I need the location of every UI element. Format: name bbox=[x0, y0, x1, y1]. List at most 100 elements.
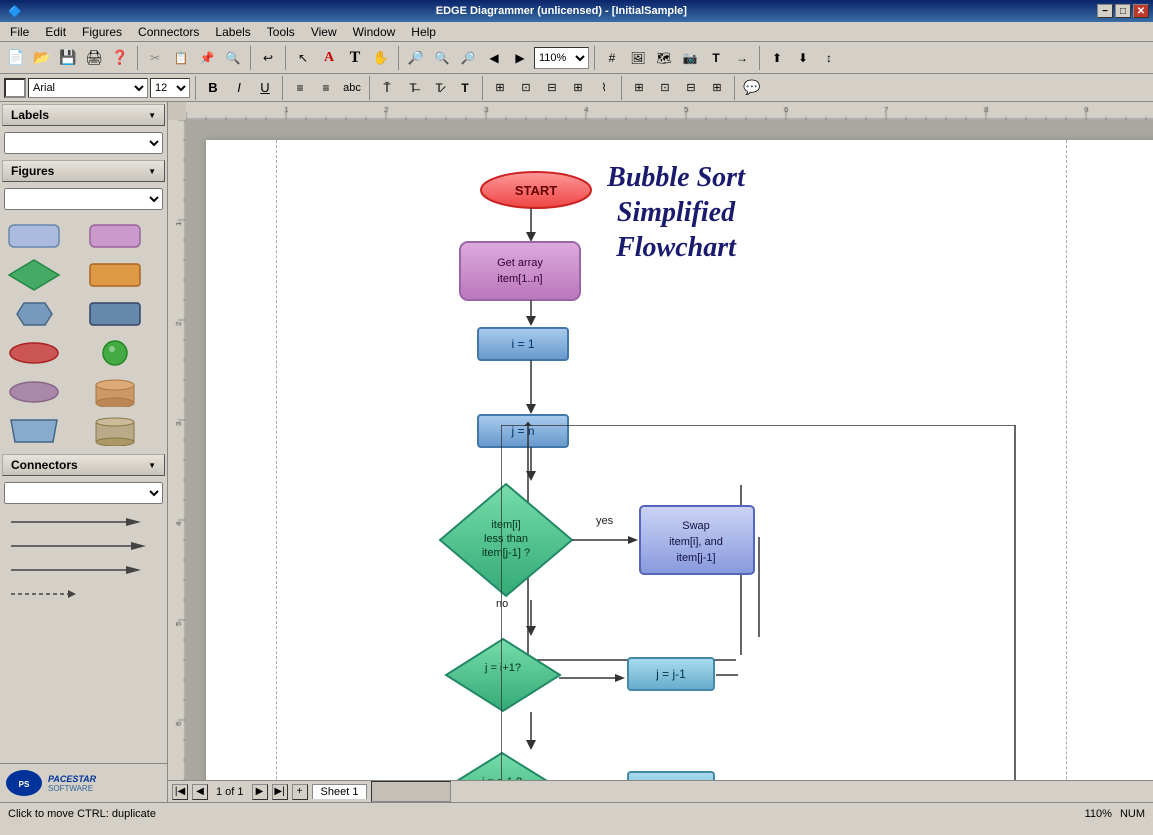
labels-select[interactable] bbox=[4, 132, 163, 154]
pan-button[interactable]: ✋ bbox=[369, 46, 393, 70]
text-a-button[interactable]: A bbox=[317, 46, 341, 70]
nav-add[interactable]: + bbox=[292, 784, 308, 800]
align2-button[interactable]: ⊞ bbox=[488, 76, 512, 100]
shape-rect-darkblue[interactable] bbox=[86, 296, 146, 331]
open-button[interactable]: 📂 bbox=[30, 46, 54, 70]
menu-tools[interactable]: Tools bbox=[259, 23, 303, 41]
group4-button[interactable]: ⊞ bbox=[705, 76, 729, 100]
figures-section-header[interactable]: Figures bbox=[2, 160, 165, 182]
menu-connectors[interactable]: Connectors bbox=[130, 23, 207, 41]
connector-arrow[interactable] bbox=[4, 512, 163, 532]
zoom-select[interactable]: 50% 75% 100% 110% 125% 150% 200% bbox=[534, 47, 589, 69]
undo-button[interactable]: ↩ bbox=[256, 46, 280, 70]
font-name-select[interactable]: Arial Times New Roman Courier bbox=[28, 78, 148, 98]
copy-button[interactable]: 📋 bbox=[169, 46, 193, 70]
font-size-select[interactable]: 8 10 12 14 16 bbox=[150, 78, 190, 98]
paste-button[interactable]: 📌 bbox=[195, 46, 219, 70]
nav-last[interactable]: ▶| bbox=[272, 784, 288, 800]
pic3-button[interactable]: 📷 bbox=[678, 46, 702, 70]
connector-bend[interactable] bbox=[4, 560, 163, 580]
group2-button[interactable]: ⊡ bbox=[653, 76, 677, 100]
menu-help[interactable]: Help bbox=[403, 23, 444, 41]
nav-prev[interactable]: ◀ bbox=[192, 784, 208, 800]
zoom-fit-button[interactable]: 🔍 bbox=[456, 46, 480, 70]
menu-labels[interactable]: Labels bbox=[207, 23, 258, 41]
new-button[interactable]: 📄 bbox=[4, 46, 28, 70]
shape-cylinder2[interactable] bbox=[86, 413, 146, 448]
group1-button[interactable]: ⊞ bbox=[627, 76, 651, 100]
sheet-scrollbar[interactable] bbox=[371, 781, 451, 802]
menu-view[interactable]: View bbox=[303, 23, 345, 41]
align-left-button[interactable]: ≡ bbox=[288, 76, 312, 100]
align4-button[interactable]: ⊟ bbox=[540, 76, 564, 100]
select-button[interactable]: ↖ bbox=[291, 46, 315, 70]
arrow-r-button[interactable]: → bbox=[730, 46, 754, 70]
arrange2-button[interactable]: ⬇ bbox=[791, 46, 815, 70]
shape-hexagon[interactable] bbox=[4, 296, 64, 331]
menu-window[interactable]: Window bbox=[345, 23, 404, 41]
connector-line[interactable] bbox=[4, 536, 163, 556]
align5-button[interactable]: ⊞ bbox=[566, 76, 590, 100]
text-strike-button[interactable]: T̶ bbox=[401, 76, 425, 100]
node-get-array[interactable]: Get array item[1..n] bbox=[458, 240, 583, 305]
find-button[interactable]: 🔍 bbox=[221, 46, 245, 70]
align3-button[interactable]: ⊡ bbox=[514, 76, 538, 100]
text-t-button[interactable]: T bbox=[343, 46, 367, 70]
shape-oval-purple[interactable] bbox=[4, 374, 64, 409]
pic2-button[interactable]: 🗺 bbox=[652, 46, 676, 70]
logo-area: PS PACESTAR SOFTWARE bbox=[0, 763, 167, 802]
connectors-section-header[interactable]: Connectors bbox=[2, 454, 165, 476]
shape-cylinder[interactable] bbox=[86, 374, 146, 409]
zoom-next-button[interactable]: ▶ bbox=[508, 46, 532, 70]
group3-button[interactable]: ⊟ bbox=[679, 76, 703, 100]
shape-circle-green[interactable] bbox=[86, 335, 146, 370]
sheet-tab-1[interactable]: Sheet 1 bbox=[312, 784, 368, 799]
text-slant-button[interactable]: T̷ bbox=[427, 76, 451, 100]
grid-button[interactable]: # bbox=[600, 46, 624, 70]
save-button[interactable]: 💾 bbox=[56, 46, 80, 70]
callout-button[interactable]: 💬 bbox=[740, 76, 764, 100]
content-area: Bubble SortSimplifiedFlowchart bbox=[168, 102, 1153, 802]
connector-style[interactable]: ⌇ bbox=[592, 76, 616, 100]
text-style1[interactable]: abc bbox=[340, 76, 364, 100]
shape-oval-red[interactable] bbox=[4, 335, 64, 370]
zoom-prev-button[interactable]: ◀ bbox=[482, 46, 506, 70]
italic-button[interactable]: I bbox=[227, 76, 251, 100]
zoom-in-button[interactable]: 🔎 bbox=[404, 46, 428, 70]
shape-trapezoid[interactable] bbox=[4, 413, 64, 448]
figures-select[interactable] bbox=[4, 188, 163, 210]
minimize-button[interactable]: − bbox=[1097, 4, 1113, 18]
nav-next[interactable]: ▶ bbox=[252, 784, 268, 800]
connector-dash[interactable] bbox=[4, 584, 163, 604]
diagram-canvas[interactable]: Bubble SortSimplifiedFlowchart bbox=[206, 140, 1153, 780]
menu-figures[interactable]: Figures bbox=[74, 23, 130, 41]
pic1-button[interactable]: 🖼 bbox=[626, 46, 650, 70]
bold-button[interactable]: B bbox=[201, 76, 225, 100]
color-picker[interactable] bbox=[4, 78, 26, 98]
nav-first[interactable]: |◀ bbox=[172, 784, 188, 800]
zoom-out-button[interactable]: 🔍 bbox=[430, 46, 454, 70]
shape-rect-blue[interactable] bbox=[4, 218, 64, 253]
print-button[interactable]: 🖨 bbox=[82, 46, 106, 70]
text-bold2-button[interactable]: T bbox=[453, 76, 477, 100]
shape-trapezoid-svg bbox=[7, 416, 62, 446]
close-button[interactable]: ✕ bbox=[1133, 4, 1149, 18]
menu-edit[interactable]: Edit bbox=[37, 23, 74, 41]
shape-rect-orange[interactable] bbox=[86, 257, 146, 292]
connectors-select[interactable] bbox=[4, 482, 163, 504]
maximize-button[interactable]: □ bbox=[1115, 4, 1131, 18]
shape-rect-purple[interactable] bbox=[86, 218, 146, 253]
canvas-scroll[interactable]: Bubble SortSimplifiedFlowchart bbox=[186, 120, 1153, 780]
help-button[interactable]: ❓ bbox=[108, 46, 132, 70]
text-edit-button[interactable]: T bbox=[704, 46, 728, 70]
arrange1-button[interactable]: ⬆ bbox=[765, 46, 789, 70]
shape-diamond-green[interactable] bbox=[4, 257, 64, 292]
arrange3-button[interactable]: ↕ bbox=[817, 46, 841, 70]
underline-button[interactable]: U bbox=[253, 76, 277, 100]
text-above-button[interactable]: T̄ bbox=[375, 76, 399, 100]
status-zoom: 110% bbox=[1085, 808, 1112, 820]
menu-file[interactable]: File bbox=[2, 23, 37, 41]
labels-section-header[interactable]: Labels bbox=[2, 104, 165, 126]
align-center-button[interactable]: ≡ bbox=[314, 76, 338, 100]
cut-button[interactable]: ✂ bbox=[143, 46, 167, 70]
